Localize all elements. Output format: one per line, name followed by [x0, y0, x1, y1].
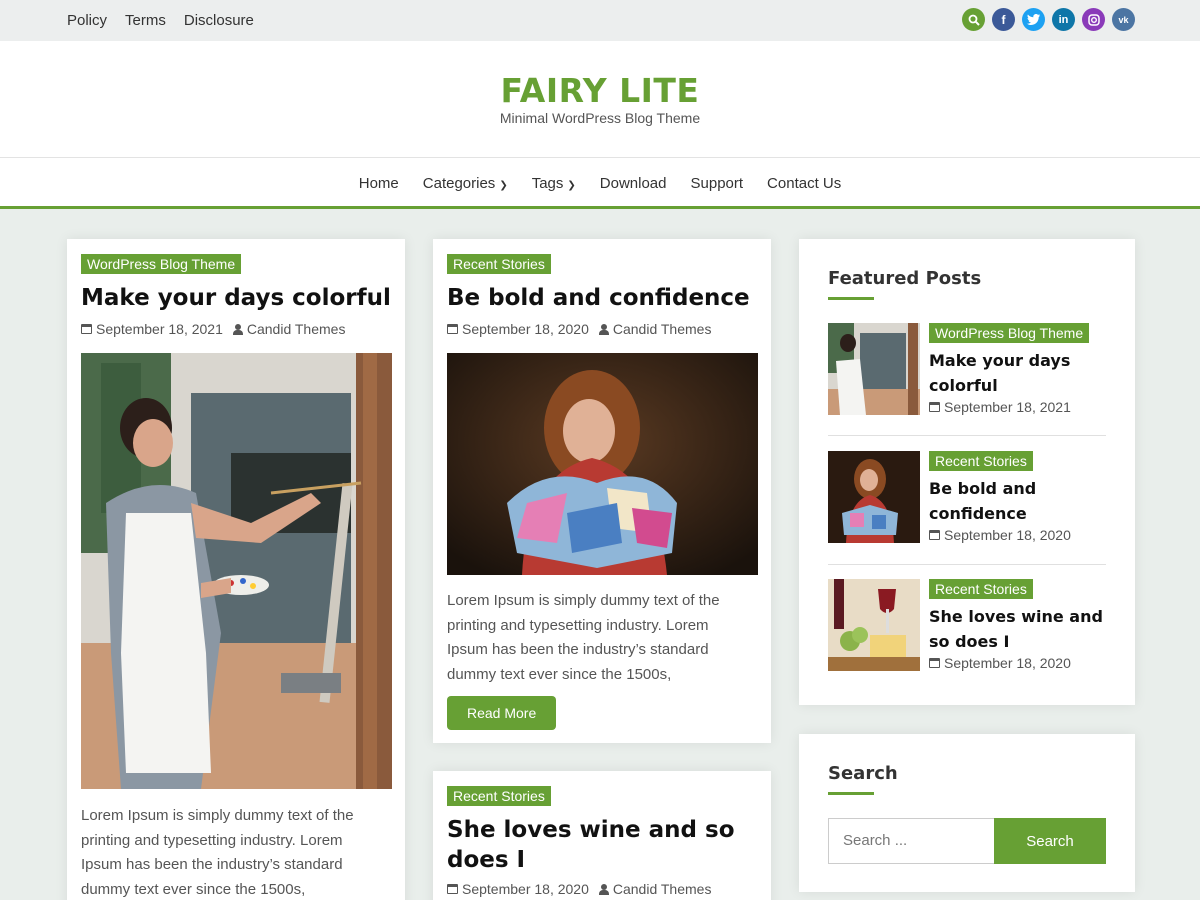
calendar-icon: [81, 324, 92, 334]
category-badge[interactable]: Recent Stories: [929, 579, 1033, 599]
linkedin-icon[interactable]: in: [1052, 8, 1075, 31]
facebook-icon[interactable]: f: [992, 8, 1015, 31]
post-excerpt: Lorem Ipsum is simply dummy text of the …: [447, 592, 720, 684]
nav-item-label: Categories: [422, 175, 496, 192]
calendar-icon: [447, 324, 458, 334]
divider: [828, 435, 1106, 436]
user-icon: [232, 323, 243, 335]
post-author[interactable]: Candid Themes: [613, 321, 712, 337]
widget-underline: [828, 792, 874, 795]
category-badge[interactable]: Recent Stories: [447, 786, 551, 806]
featured-posts-widget: Featured Posts WordPress Blog Theme Make…: [799, 239, 1135, 705]
chevron-down-icon: ❯: [567, 180, 576, 191]
chevron-down-icon: ❯: [499, 180, 508, 191]
policy-link[interactable]: Policy: [67, 12, 107, 29]
post-title[interactable]: Make your days colorful: [81, 283, 391, 313]
post-date[interactable]: September 18, 2020: [462, 881, 589, 897]
post-card: WordPress Blog Theme Make your days colo…: [67, 239, 405, 900]
featured-title[interactable]: Be bold and confidence: [929, 477, 1079, 526]
featured-title[interactable]: Make your days colorful: [929, 349, 1099, 398]
social-icons: f in vk: [962, 8, 1135, 31]
post-title[interactable]: She loves wine and so does I: [447, 815, 737, 875]
instagram-icon[interactable]: [1082, 8, 1105, 31]
post-date[interactable]: September 18, 2021: [96, 321, 223, 337]
nav-item-contact[interactable]: Contact Us: [767, 175, 841, 192]
post-meta: September 18, 2020 Candid Themes: [447, 321, 711, 337]
featured-date[interactable]: September 18, 2021: [944, 399, 1071, 415]
twitter-icon[interactable]: [1022, 8, 1045, 31]
featured-title[interactable]: She loves wine and so does I: [929, 605, 1105, 654]
divider: [828, 564, 1106, 565]
nav-menu: Home Categories ❯ Tags ❯ Download Support …: [0, 175, 1200, 192]
category-badge[interactable]: WordPress Blog Theme: [929, 323, 1090, 343]
search-input[interactable]: Search ...: [828, 818, 995, 864]
featured-info: Recent Stories She loves wine and so doe…: [929, 579, 1105, 671]
category-badge[interactable]: Recent Stories: [447, 254, 551, 274]
calendar-icon: [929, 530, 940, 540]
widget-title: Featured Posts: [828, 268, 982, 289]
category-badge[interactable]: Recent Stories: [929, 451, 1033, 471]
featured-thumb[interactable]: [828, 579, 920, 671]
post-author[interactable]: Candid Themes: [613, 881, 712, 897]
main-nav: Home Categories ❯ Tags ❯ Download Support …: [0, 157, 1200, 209]
search-widget: Search Search ... Search: [799, 734, 1135, 892]
terms-link[interactable]: Terms: [125, 12, 166, 29]
post-date[interactable]: September 18, 2020: [462, 321, 589, 337]
top-bar: Policy Terms Disclosure f in vk: [0, 0, 1200, 41]
disclosure-link[interactable]: Disclosure: [184, 12, 254, 29]
site-header: FAIRY LITE Minimal WordPress Blog Theme: [0, 41, 1200, 157]
nav-item-label: Tags: [531, 175, 564, 192]
nav-item-tags[interactable]: Tags ❯: [532, 175, 576, 192]
featured-info: WordPress Blog Theme Make your days colo…: [929, 323, 1099, 415]
user-icon: [598, 883, 609, 895]
post-card: Recent Stories Be bold and confidence Se…: [433, 239, 771, 743]
featured-date[interactable]: September 18, 2020: [944, 527, 1071, 543]
search-button[interactable]: Search: [994, 818, 1106, 864]
site-title[interactable]: FAIRY LITE: [0, 71, 1200, 110]
post-author[interactable]: Candid Themes: [247, 321, 346, 337]
post-excerpt: Lorem Ipsum is simply dummy text of the …: [81, 807, 354, 899]
nav-item-home[interactable]: Home: [359, 175, 399, 192]
featured-thumb[interactable]: [828, 451, 920, 543]
search-icon[interactable]: [962, 8, 985, 31]
site-description: Minimal WordPress Blog Theme: [499, 110, 701, 126]
calendar-icon: [929, 658, 940, 668]
vk-icon[interactable]: vk: [1112, 8, 1135, 31]
calendar-icon: [929, 402, 940, 412]
post-image-painter[interactable]: [81, 353, 392, 789]
nav-item-categories[interactable]: Categories ❯: [423, 175, 508, 192]
user-icon: [598, 323, 609, 335]
post-image-woman[interactable]: [447, 353, 758, 575]
featured-thumb[interactable]: [828, 323, 920, 415]
nav-item-download[interactable]: Download: [600, 175, 667, 192]
widget-title: Search: [828, 763, 898, 784]
category-badge[interactable]: WordPress Blog Theme: [81, 254, 242, 274]
widget-underline: [828, 297, 874, 300]
featured-post: WordPress Blog Theme Make your days colo…: [828, 323, 1106, 415]
featured-post: Recent Stories She loves wine and so doe…: [828, 579, 1106, 671]
read-more-button[interactable]: Read More: [447, 696, 557, 730]
calendar-icon: [447, 884, 458, 894]
featured-info: Recent Stories Be bold and confidence Se…: [929, 451, 1079, 543]
post-meta: September 18, 2021 Candid Themes: [81, 321, 345, 337]
featured-post: Recent Stories Be bold and confidence Se…: [828, 451, 1106, 543]
post-meta: September 18, 2020 Candid Themes: [447, 881, 711, 897]
featured-date[interactable]: September 18, 2020: [944, 655, 1071, 671]
post-card: Recent Stories She loves wine and so doe…: [433, 771, 771, 900]
nav-item-support[interactable]: Support: [691, 175, 744, 192]
top-links: Policy Terms Disclosure: [67, 12, 254, 29]
post-title[interactable]: Be bold and confidence: [447, 283, 757, 313]
